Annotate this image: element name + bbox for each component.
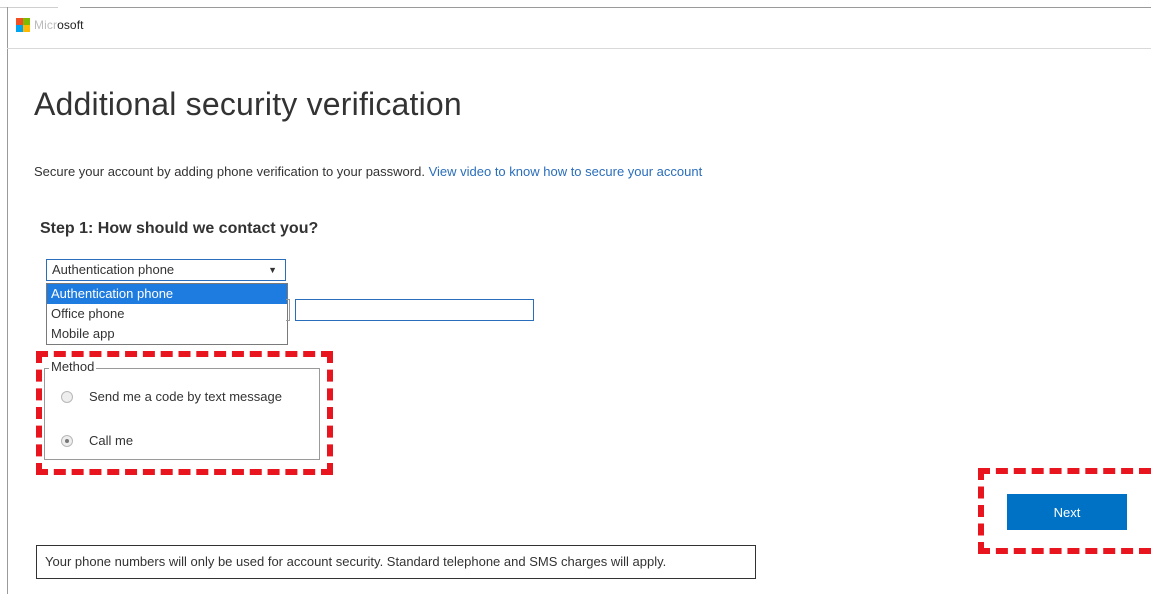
method-legend: Method [49,359,97,374]
header-divider [7,48,1151,49]
page-title: Additional security verification [34,86,462,122]
method-option-call[interactable]: Call me [61,433,133,448]
view-video-link[interactable]: View video to know how to secure your ac… [429,164,703,179]
intro-description: Secure your account by adding phone veri… [34,164,425,179]
method-option-text[interactable]: Send me a code by text message [61,389,282,404]
step-title: Step 1: How should we contact you? [40,220,319,237]
select-value: Authentication phone [52,262,175,277]
contact-method-dropdown[interactable]: Authentication phone Office phone Mobile… [46,283,288,345]
microsoft-logo: Microsoft [16,18,84,32]
country-select[interactable] [286,299,290,321]
radio-call-me[interactable] [61,434,73,447]
microsoft-logo-icon [16,18,30,32]
contact-method-select[interactable]: Authentication phone ▼ [46,259,286,281]
dropdown-arrow-icon: ▼ [268,265,277,275]
frame-edge [7,7,8,594]
method-option-label: Send me a code by text message [89,389,282,404]
frame-edge [80,7,1151,8]
next-button[interactable]: Next [1007,494,1127,530]
dropdown-option-authentication-phone[interactable]: Authentication phone [47,284,287,304]
page-frame: Microsoft Additional security verificati… [0,0,1151,594]
radio-text-message[interactable] [61,390,73,403]
logo-text: Microsoft [34,18,84,32]
dropdown-option-mobile-app[interactable]: Mobile app [47,324,287,344]
phone-usage-notice: Your phone numbers will only be used for… [36,545,756,579]
method-option-label: Call me [89,433,134,448]
dropdown-option-office-phone[interactable]: Office phone [47,304,287,324]
intro-text: Secure your account by adding phone veri… [34,164,702,179]
frame-edge [0,7,58,8]
phone-number-input[interactable] [295,299,534,321]
